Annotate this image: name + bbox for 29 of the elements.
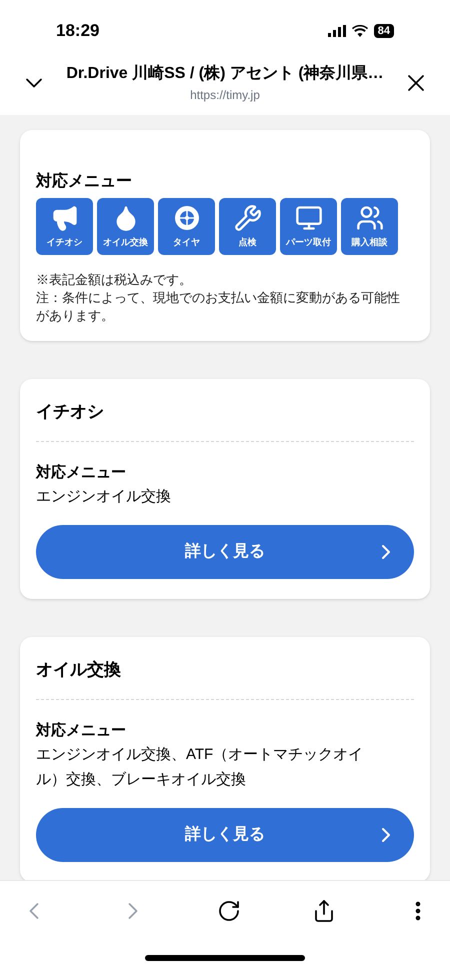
menu-tile[interactable]: イチオシ (36, 198, 93, 255)
menu-tile[interactable]: 点検 (219, 198, 276, 255)
note-text: ※表記金額は税込みです。 (36, 271, 193, 289)
menu-tile[interactable]: 購入相談 (341, 198, 398, 255)
details-button[interactable]: 詳しく見る (36, 808, 414, 862)
monitor-icon (294, 204, 322, 232)
wifi-icon (352, 25, 368, 37)
menu-tile[interactable]: オイル交換 (97, 198, 154, 255)
note-text: 注：条件によって、現地でのお支払い金額に変動がある可能性があります。 (36, 289, 401, 325)
status-time: 18:29 (56, 20, 100, 42)
wrench-icon (234, 204, 262, 232)
menu-text: エンジンオイル交換 (36, 487, 172, 507)
menu-text: エンジンオイル交換、ATF（オートマチックオイル）交換、ブレーキオイル交換 (36, 745, 364, 790)
menu-heading: 対応メニュー (36, 720, 127, 740)
menu-tile[interactable]: パーツ取付 (280, 198, 337, 255)
battery-indicator: 84 (374, 24, 394, 38)
section-title: イチオシ (36, 399, 414, 442)
menu-tile[interactable]: タイヤ (158, 198, 215, 255)
reload-icon[interactable] (217, 898, 241, 922)
people-icon (356, 204, 384, 232)
menu-heading: 対応メニュー (36, 462, 127, 482)
page-url: https://timy.jp (190, 86, 260, 104)
tire-icon (172, 204, 200, 232)
section-title: オイル交換 (36, 657, 414, 700)
megaphone-icon (50, 204, 78, 232)
details-button[interactable]: 詳しく見る (36, 525, 414, 579)
signal-icon (328, 25, 346, 37)
card-heading: 対応メニュー (36, 171, 133, 192)
page-title: Dr.Drive 川崎SS / (株) アセント (神奈川県… (66, 63, 384, 84)
